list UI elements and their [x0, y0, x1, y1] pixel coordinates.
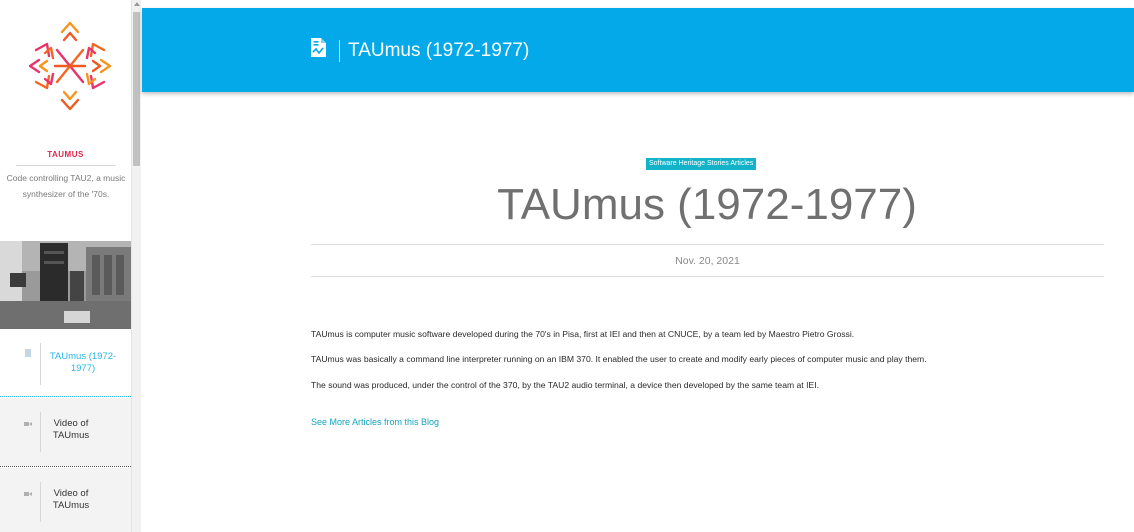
project-description: Code controlling TAU2, a music synthesiz…	[6, 173, 126, 199]
divider	[16, 165, 116, 166]
item-divider	[40, 412, 41, 452]
article-paragraph: TAUmus was basically a command line inte…	[311, 354, 927, 364]
category-badge[interactable]: Software Heritage Stories Articles	[646, 158, 757, 170]
sidebar-item-label: TAUmus (1972-1977)	[49, 351, 117, 374]
page-title: TAUmus (1972-1977)	[348, 40, 530, 61]
item-divider	[40, 343, 41, 385]
item-divider	[40, 482, 41, 522]
article-date: Nov. 20, 2021	[675, 255, 740, 267]
article-paragraph: The sound was produced, under the contro…	[311, 380, 819, 390]
app: TAUMUS Code controlling TAU2, a music sy…	[0, 0, 1134, 532]
article-title: TAUmus (1972-1977)	[497, 180, 917, 229]
divider	[311, 276, 1104, 277]
scroll-up-arrow[interactable]	[134, 2, 140, 6]
divider	[311, 244, 1104, 245]
separator	[0, 396, 131, 397]
video-icon	[24, 492, 32, 496]
project-logo	[28, 21, 112, 111]
separator	[0, 466, 131, 467]
sidebar: TAUMUS Code controlling TAU2, a music sy…	[0, 0, 131, 532]
project-thumbnail[interactable]	[0, 241, 131, 329]
header-divider	[339, 40, 340, 62]
thumbnail-image	[0, 241, 131, 329]
project-name[interactable]: TAUMUS	[0, 150, 131, 159]
sidebar-scrollbar[interactable]	[131, 0, 141, 532]
video-icon	[24, 422, 32, 426]
see-more-articles-link[interactable]: See More Articles from this Blog	[311, 417, 439, 427]
article-paragraph: TAUmus is computer music software develo…	[311, 329, 855, 339]
sidebar-item-video-1[interactable]: Video of TAUmus	[0, 398, 131, 466]
sidebar-item-video-2[interactable]: Video of TAUmus	[0, 468, 131, 532]
document-icon	[25, 349, 31, 357]
scrollbar-thumb[interactable]	[133, 12, 140, 166]
page-header: TAUmus (1972-1977)	[142, 8, 1134, 92]
sidebar-item-label: Video of TAUmus	[52, 488, 90, 511]
document-icon	[311, 38, 326, 57]
sidebar-item-taumus-article[interactable]: TAUmus (1972-1977)	[0, 329, 131, 397]
sidebar-item-label: Video of TAUmus	[52, 418, 90, 441]
